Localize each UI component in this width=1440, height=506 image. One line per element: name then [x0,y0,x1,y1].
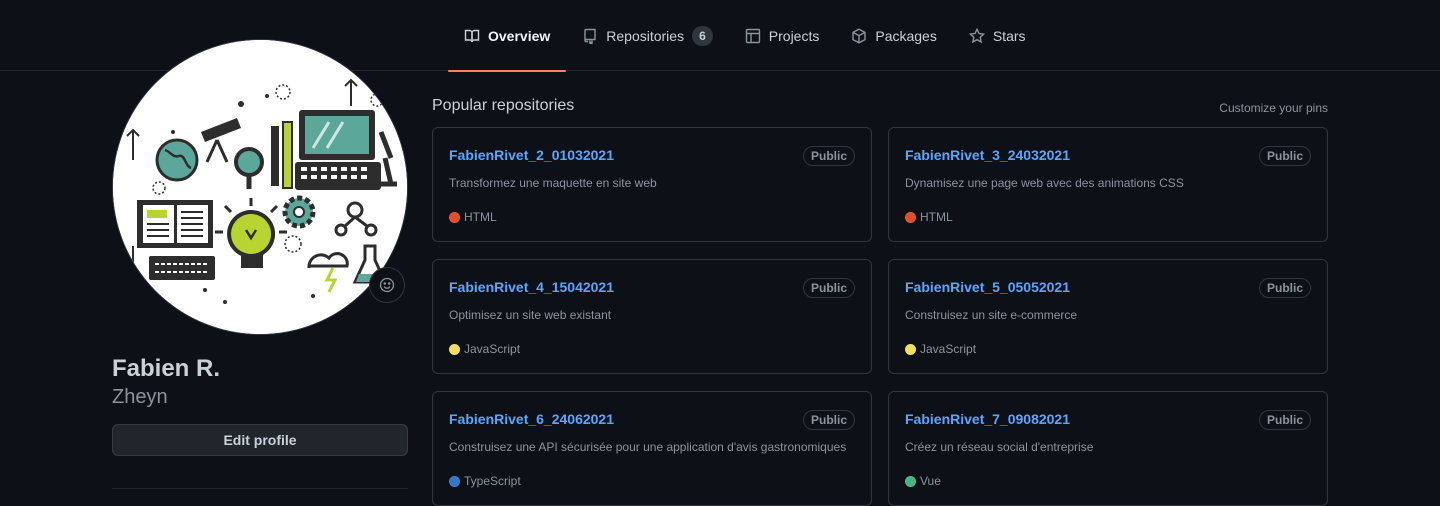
language-color-dot [905,343,916,355]
repo-card: FabienRivet_3_24032021 Public Dynamisez … [888,127,1328,242]
repo-language: HTML [449,210,497,224]
repo-description: Transformez une maquette en site web [449,176,657,190]
repo-description: Optimisez un site web existant [449,308,612,322]
repo-card: FabienRivet_6_24062021 Public Construise… [432,391,872,506]
tab-repositories[interactable]: Repositories 6 [566,0,729,71]
star-icon [968,27,985,44]
repo-language: JavaScript [905,342,976,356]
sidebar-divider [112,488,408,489]
tab-stars-label: Stars [992,27,1026,44]
smiley-icon [379,277,395,293]
repo-name-link[interactable]: FabienRivet_3_24032021 [905,147,1070,163]
visibility-badge: Public [1258,410,1311,430]
repo-icon [582,28,598,44]
repo-language: HTML [905,210,953,224]
visibility-badge: Public [802,278,855,298]
visibility-badge: Public [1258,146,1311,166]
avatar[interactable] [112,39,408,335]
language-name: TypeScript [464,474,521,488]
repo-description: Construisez un site e-commerce [905,308,1078,322]
language-color-dot [905,211,916,223]
tab-projects-label: Projects [768,27,820,44]
tab-list: Overview Repositories 6 Projects Package… [448,0,1042,72]
repo-name-link[interactable]: FabienRivet_5_05052021 [905,279,1070,295]
repo-card: FabienRivet_4_15042021 Public Optimisez … [432,259,872,374]
visibility-badge: Public [802,146,855,166]
repo-language: JavaScript [449,342,520,356]
tab-overview-label: Overview [488,27,551,44]
profile-avatar-container [112,39,408,335]
pinned-repositories-grid: FabienRivet_2_01032021 Public Transforme… [432,127,1328,506]
language-name: JavaScript [464,342,521,356]
tab-packages-label: Packages [875,27,937,44]
language-color-dot [449,211,460,223]
tab-stars[interactable]: Stars [953,0,1042,71]
repo-name-link[interactable]: FabienRivet_6_24062021 [449,411,614,427]
book-icon [464,28,480,44]
profile-fullname: Fabien R. [112,355,221,382]
visibility-badge: Public [1258,278,1311,298]
language-color-dot [905,475,916,487]
language-name: JavaScript [920,342,977,356]
language-name: HTML [464,210,497,224]
repo-card: FabienRivet_2_01032021 Public Transforme… [432,127,872,242]
tab-projects[interactable]: Projects [729,0,836,71]
language-name: Vue [920,474,941,488]
repo-description: Créez un réseau social d'entreprise [905,440,1094,454]
repo-description: Dynamisez une page web avec des animatio… [905,176,1184,190]
set-status-button[interactable] [369,267,405,303]
science-education-illustration [113,40,407,334]
repo-name-link[interactable]: FabienRivet_2_01032021 [449,147,614,163]
tab-overview[interactable]: Overview [448,0,567,72]
package-icon [851,27,867,44]
language-color-dot [449,475,460,487]
visibility-badge: Public [802,410,855,430]
table-icon [745,28,761,44]
repo-language: Vue [905,474,941,488]
language-color-dot [449,343,460,355]
customize-pins-link[interactable]: Customize your pins [1219,101,1328,115]
language-name: HTML [920,210,953,224]
repo-card: FabienRivet_7_09082021 Public Créez un r… [888,391,1328,506]
edit-profile-button[interactable]: Edit profile [112,424,408,456]
repo-card: FabienRivet_5_05052021 Public Construise… [888,259,1328,374]
tab-repositories-label: Repositories [606,27,685,44]
profile-username: Zheyn [112,386,168,408]
repo-name-link[interactable]: FabienRivet_4_15042021 [449,279,614,295]
repo-name-link[interactable]: FabienRivet_7_09082021 [905,411,1070,427]
repo-description: Construisez une API sécurisée pour une a… [449,440,847,454]
tab-packages[interactable]: Packages [835,0,952,71]
repo-language: TypeScript [449,474,521,488]
repositories-count-badge: 6 [692,25,713,46]
popular-repositories-heading: Popular repositories [432,97,575,114]
